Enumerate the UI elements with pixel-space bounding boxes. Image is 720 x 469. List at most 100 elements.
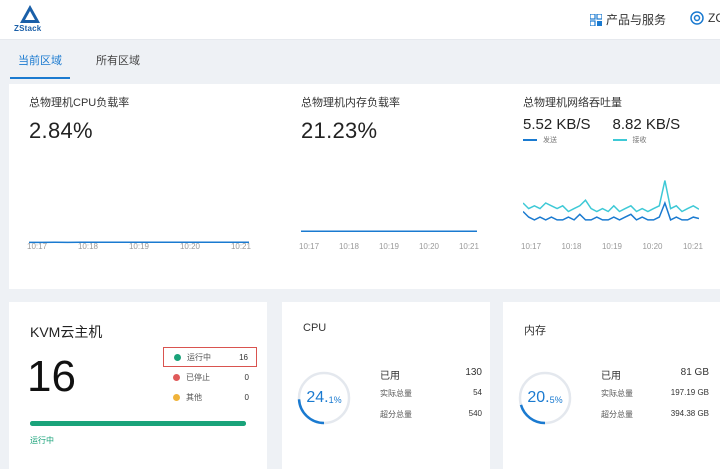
cpu-usage-percent-main: 24. xyxy=(306,389,329,406)
memory-load-metric: 总物理机内存负载率 21.23% xyxy=(301,94,400,144)
products-services-menu[interactable]: 产品与服务 xyxy=(590,11,666,28)
memory-usage-percent: 20. 5% xyxy=(517,370,573,426)
memory-overcommit-value: 394.38 GB xyxy=(670,409,709,418)
memory-load-x-tick-label: 10:19 xyxy=(378,242,399,251)
memory-stats: 已用 81 GB 实际总量 197.19 GB 超分总量 394.38 GB xyxy=(601,367,709,430)
network-throughput-x-tick-label: 10:19 xyxy=(601,242,622,251)
running-dot-icon xyxy=(174,353,181,361)
cpu-stats: 已用 130 实际总量 54 超分总量 540 xyxy=(380,367,482,430)
network-send-value: 5.52 KB/S xyxy=(523,116,591,133)
memory-actual-label: 实际总量 xyxy=(601,389,633,398)
memory-actual-value: 197.19 GB xyxy=(670,388,709,397)
cpu-load-metric: 总物理机CPU负载率 2.84% xyxy=(29,94,129,144)
cpu-load-value: 2.84% xyxy=(29,118,93,143)
top-header: ZStack 产品与服务 ZC xyxy=(0,0,720,40)
network-throughput-metric: 总物理机网络吞吐量 5.52 KB/S 发送 8.82 KB/S 接收 xyxy=(523,94,702,145)
status-stopped[interactable]: 已停止 0 xyxy=(163,367,257,387)
status-stopped-count: 0 xyxy=(244,372,249,382)
receive-legend-swatch xyxy=(612,139,627,141)
cpu-card-title: CPU xyxy=(303,322,327,334)
cpu-usage-percent-suffix: 1% xyxy=(328,395,342,405)
cpu-load-chart xyxy=(29,241,249,244)
cpu-load-x-tick-label: 10:20 xyxy=(179,242,200,251)
status-other-label: 其他 xyxy=(186,392,202,402)
network-receive-line xyxy=(523,180,699,213)
cpu-load-title: 总物理机CPU负载率 xyxy=(29,97,130,109)
send-legend-label: 发送 xyxy=(543,137,557,144)
grid-icon xyxy=(590,13,602,26)
kvm-card-title[interactable]: KVM云主机 xyxy=(30,322,102,342)
user-menu[interactable]: ZC xyxy=(690,11,720,25)
network-receive-value: 8.82 KB/S xyxy=(612,116,681,133)
cpu-load-x-axis: 10:17 10:18 10:19 10:20 10:21 xyxy=(27,242,251,251)
memory-load-x-tick-label: 10:20 xyxy=(418,242,439,251)
status-running-count: 16 xyxy=(239,352,248,362)
network-throughput-chart xyxy=(523,180,699,221)
user-circle-icon xyxy=(690,11,704,25)
cpu-used-value: 130 xyxy=(465,367,482,378)
memory-load-value: 21.23% xyxy=(301,118,378,143)
status-other[interactable]: 其他 0 xyxy=(163,387,257,407)
stopped-dot-icon xyxy=(173,373,180,381)
status-running[interactable]: 运行中 16 xyxy=(163,347,257,367)
network-throughput-x-tick-label: 10:21 xyxy=(682,242,703,251)
memory-card-title: 内存 xyxy=(524,325,546,337)
user-label: ZC xyxy=(708,11,720,25)
memory-used-value: 81 GB xyxy=(680,367,709,378)
memory-usage-percent-main: 20. xyxy=(527,389,550,406)
network-throughput-x-tick-label: 10:18 xyxy=(561,242,582,251)
memory-usage-percent-suffix: 5% xyxy=(549,395,563,405)
memory-usage-gauge: 20. 5% xyxy=(517,370,573,426)
memory-resource-card: 内存 20. 5% 已用 81 GB 实际总量 197.19 GB 超分总量 39… xyxy=(503,302,720,469)
kvm-status-list: 运行中 16 已停止 0 其他 0 xyxy=(163,347,257,407)
cpu-load-x-tick-label: 10:18 xyxy=(77,242,99,251)
cpu-actual-value: 54 xyxy=(473,388,482,397)
cpu-load-x-tick-label: 10:17 xyxy=(27,242,48,251)
kvm-running-bar-label: 运行中 xyxy=(30,436,54,445)
send-legend-swatch xyxy=(523,139,537,141)
network-throughput-x-axis: 10:17 10:18 10:19 10:20 10:21 xyxy=(521,242,703,251)
cpu-load-x-tick-label: 10:19 xyxy=(128,242,149,251)
network-receive: 8.82 KB/S 接收 xyxy=(612,116,681,145)
tab-all-regions[interactable]: 所有区域 xyxy=(96,52,140,77)
cpu-resource-card: CPU 24. 1% 已用 130 实际总量 54 超分总量 540 xyxy=(282,302,490,469)
memory-load-x-axis: 10:17 10:18 10:19 10:20 10:21 xyxy=(299,242,479,251)
cpu-used-label: 已用 xyxy=(380,371,400,382)
memory-load-x-tick-label: 10:18 xyxy=(338,242,360,251)
tab-current-region[interactable]: 当前区域 xyxy=(10,52,70,79)
kvm-running-bar xyxy=(30,421,246,426)
cpu-overcommit-value: 540 xyxy=(468,409,482,418)
cpu-usage-percent: 24. 1% xyxy=(296,370,352,426)
kvm-running-bar-fill xyxy=(30,421,246,426)
status-other-count: 0 xyxy=(244,392,249,402)
memory-load-title: 总物理机内存负载率 xyxy=(301,97,400,109)
kvm-total-count: 16 xyxy=(27,352,76,401)
metrics-panel: 总物理机CPU负载率 2.84% 10:17 10:18 10:19 10:20 10:… xyxy=(9,84,720,289)
region-tabs: 当前区域 所有区域 xyxy=(0,40,720,80)
status-running-label: 运行中 xyxy=(187,352,211,362)
kvm-vm-card: KVM云主机 16 运行中 16 已停止 0 其他 0 运行中 xyxy=(9,302,267,469)
zstack-logo[interactable]: ZStack xyxy=(12,5,52,35)
cpu-overcommit-label: 超分总量 xyxy=(380,410,412,419)
logo-icon xyxy=(20,5,40,23)
cpu-actual-row: 实际总量 54 xyxy=(380,388,482,409)
cpu-actual-label: 实际总量 xyxy=(380,389,412,398)
network-throughput-x-tick-label: 10:20 xyxy=(642,242,663,251)
cpu-load-x-tick-label: 10:21 xyxy=(230,242,251,251)
cpu-overcommit-row: 超分总量 540 xyxy=(380,409,482,430)
network-throughput-x-tick-label: 10:17 xyxy=(521,242,542,251)
network-throughput-title: 总物理机网络吞吐量 xyxy=(523,97,622,109)
other-dot-icon xyxy=(173,393,180,401)
cpu-usage-gauge: 24. 1% xyxy=(296,370,352,426)
logo-text: ZStack xyxy=(14,24,42,33)
memory-used-row: 已用 81 GB xyxy=(601,367,709,388)
memory-used-label: 已用 xyxy=(601,371,621,382)
cpu-used-row: 已用 130 xyxy=(380,367,482,388)
status-stopped-label: 已停止 xyxy=(186,372,210,382)
products-services-label: 产品与服务 xyxy=(606,13,667,27)
memory-actual-row: 实际总量 197.19 GB xyxy=(601,388,709,409)
network-send: 5.52 KB/S 发送 xyxy=(523,116,591,145)
memory-load-x-tick-label: 10:21 xyxy=(458,242,479,251)
memory-load-x-tick-label: 10:17 xyxy=(299,242,320,251)
memory-overcommit-row: 超分总量 394.38 GB xyxy=(601,409,709,430)
